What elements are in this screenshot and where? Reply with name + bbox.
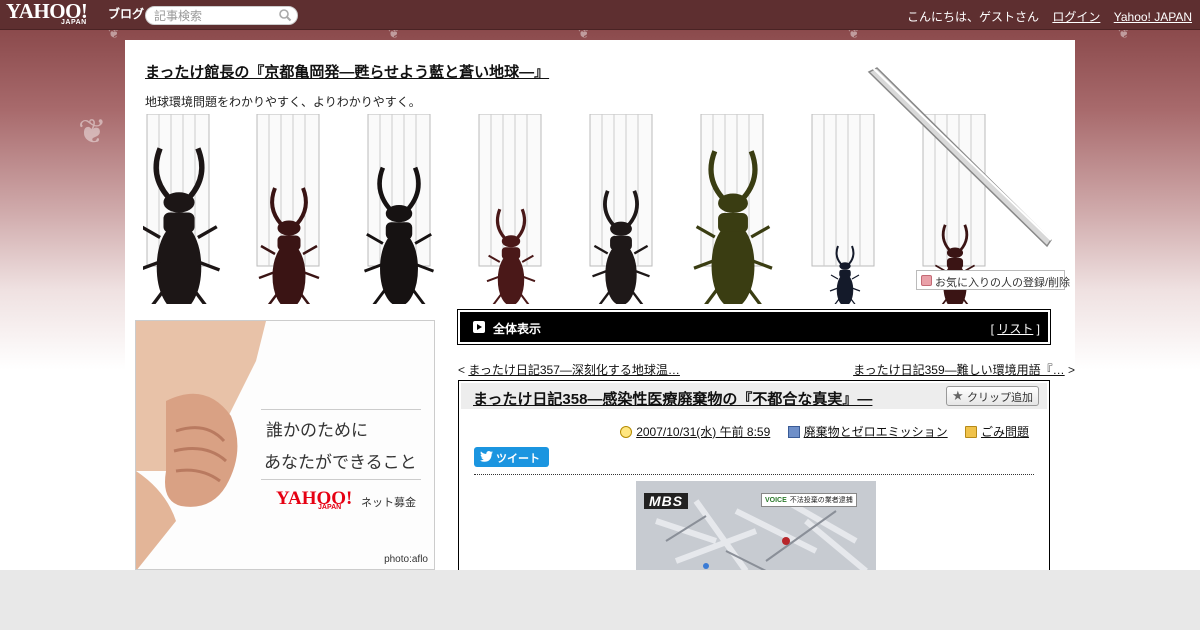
list-bracket-close: ] [1033, 322, 1040, 336]
search-box [145, 6, 298, 25]
book-icon [787, 426, 800, 438]
ad-divider [261, 409, 421, 410]
star-icon: ★ [952, 388, 964, 403]
logo-japan-text: JAPAN [61, 19, 87, 26]
tweet-label: ツイート [496, 453, 540, 465]
prev-post-link[interactable]: まったけ日記357―深刻化する地球温… [468, 363, 680, 377]
article-image: MBS VOICE 不法投棄の業者逮捕 [636, 481, 876, 581]
image-caption: VOICE 不法投棄の業者逮捕 [761, 493, 857, 507]
next-post-link[interactable]: まったけ日記359―難しい環境用語『… [853, 363, 1065, 377]
yahoo-japan-link[interactable]: Yahoo! JAPAN [1114, 10, 1192, 24]
all-entries-label[interactable]: 全体表示 [493, 320, 541, 337]
list-view-control: [ リスト ] [991, 320, 1040, 337]
article-divider [474, 474, 1034, 475]
twitter-bird-icon [480, 451, 493, 462]
footer-area [0, 570, 1200, 630]
greeting-text: こんにちは、ゲストさん [907, 10, 1040, 24]
clip-add-button[interactable]: ★ クリップ追加 [946, 386, 1039, 406]
ad-photo-credit: photo:aflo [384, 554, 428, 565]
favorite-button-label: お気に入りの人の登録/削除 [935, 277, 1071, 289]
blog-container: まったけ館長の『京都亀岡発―甦らせよう藍と蒼い地球―』 地球環境問題をわかりやす… [125, 40, 1075, 581]
folder-link[interactable]: ごみ問題 [981, 425, 1029, 439]
blog-description: 地球環境問題をわかりやすく、よりわかりやすく。 [145, 95, 421, 109]
next-post-nav: まったけ日記359―難しい環境用語『… > [853, 361, 1075, 378]
prev-arrow: < [458, 363, 469, 377]
favorite-register-button[interactable]: お気に入りの人の登録/削除 [916, 270, 1070, 290]
ad-divider [261, 479, 421, 480]
search-input[interactable] [154, 9, 274, 23]
mbs-logo: MBS [644, 493, 689, 509]
tweezers-graphic [867, 67, 1052, 248]
search-icon[interactable] [278, 8, 292, 22]
ad-yahoo-japan-text: JAPAN [318, 504, 342, 511]
list-view-link[interactable]: リスト [997, 322, 1033, 336]
category-link[interactable]: 廃棄物とゼロエミッション [804, 425, 948, 439]
logo-blog-text: ブログ [108, 7, 145, 21]
all-entries-bar: 全体表示 [ リスト ] [457, 309, 1051, 345]
clip-add-label: クリップ追加 [967, 392, 1033, 404]
clock-icon [620, 426, 633, 438]
folder-icon [964, 426, 977, 438]
next-arrow: > [1064, 363, 1075, 377]
post-date-link[interactable]: 2007/10/31(水) 午前 8:59 [636, 425, 770, 439]
caption-text: 不法投棄の業者逮捕 [789, 497, 853, 504]
article-meta: 2007/10/31(水) 午前 8:59 廃棄物とゼロエミッション ごみ問題 [620, 423, 1029, 440]
login-link[interactable]: ログイン [1052, 10, 1100, 24]
tweet-button[interactable]: ツイート [474, 447, 549, 467]
article-title[interactable]: まったけ日記358―感染性医療廃棄物の『不都合な真実』― [473, 388, 872, 409]
global-header: YAHOO! JAPAN ブログ こんにちは、ゲストさん ログイン Yahoo!… [0, 0, 1200, 30]
article: まったけ日記358―感染性医療廃棄物の『不都合な真実』― ★ クリップ追加 20… [458, 380, 1050, 581]
user-nav: こんにちは、ゲストさん ログイン Yahoo! JAPAN [907, 8, 1192, 25]
yahoo-blog-logo[interactable]: YAHOO! JAPAN ブログ [6, 1, 144, 28]
ad-headline-2: あなたができること [264, 453, 417, 473]
handshake-image [136, 321, 266, 569]
play-arrow-icon [473, 321, 485, 333]
blog-title[interactable]: まったけ館長の『京都亀岡発―甦らせよう藍と蒼い地球―』 [145, 61, 549, 82]
favorite-heart-icon [921, 275, 932, 286]
ad-headline-1: 誰かのために [266, 421, 368, 441]
charity-ad-banner[interactable]: 誰かのために あなたができること YAHOO! JAPAN ネット募金 phot… [135, 320, 435, 570]
article-header: まったけ日記358―感染性医療廃棄物の『不都合な真実』― ★ クリップ追加 [461, 383, 1047, 409]
ad-service-name: ネット募金 [361, 497, 416, 509]
prev-post-nav: < まったけ日記357―深刻化する地球温… [458, 361, 680, 378]
leaf-decoration-icon: ❦ [78, 112, 107, 152]
caption-tag: VOICE [765, 497, 787, 504]
